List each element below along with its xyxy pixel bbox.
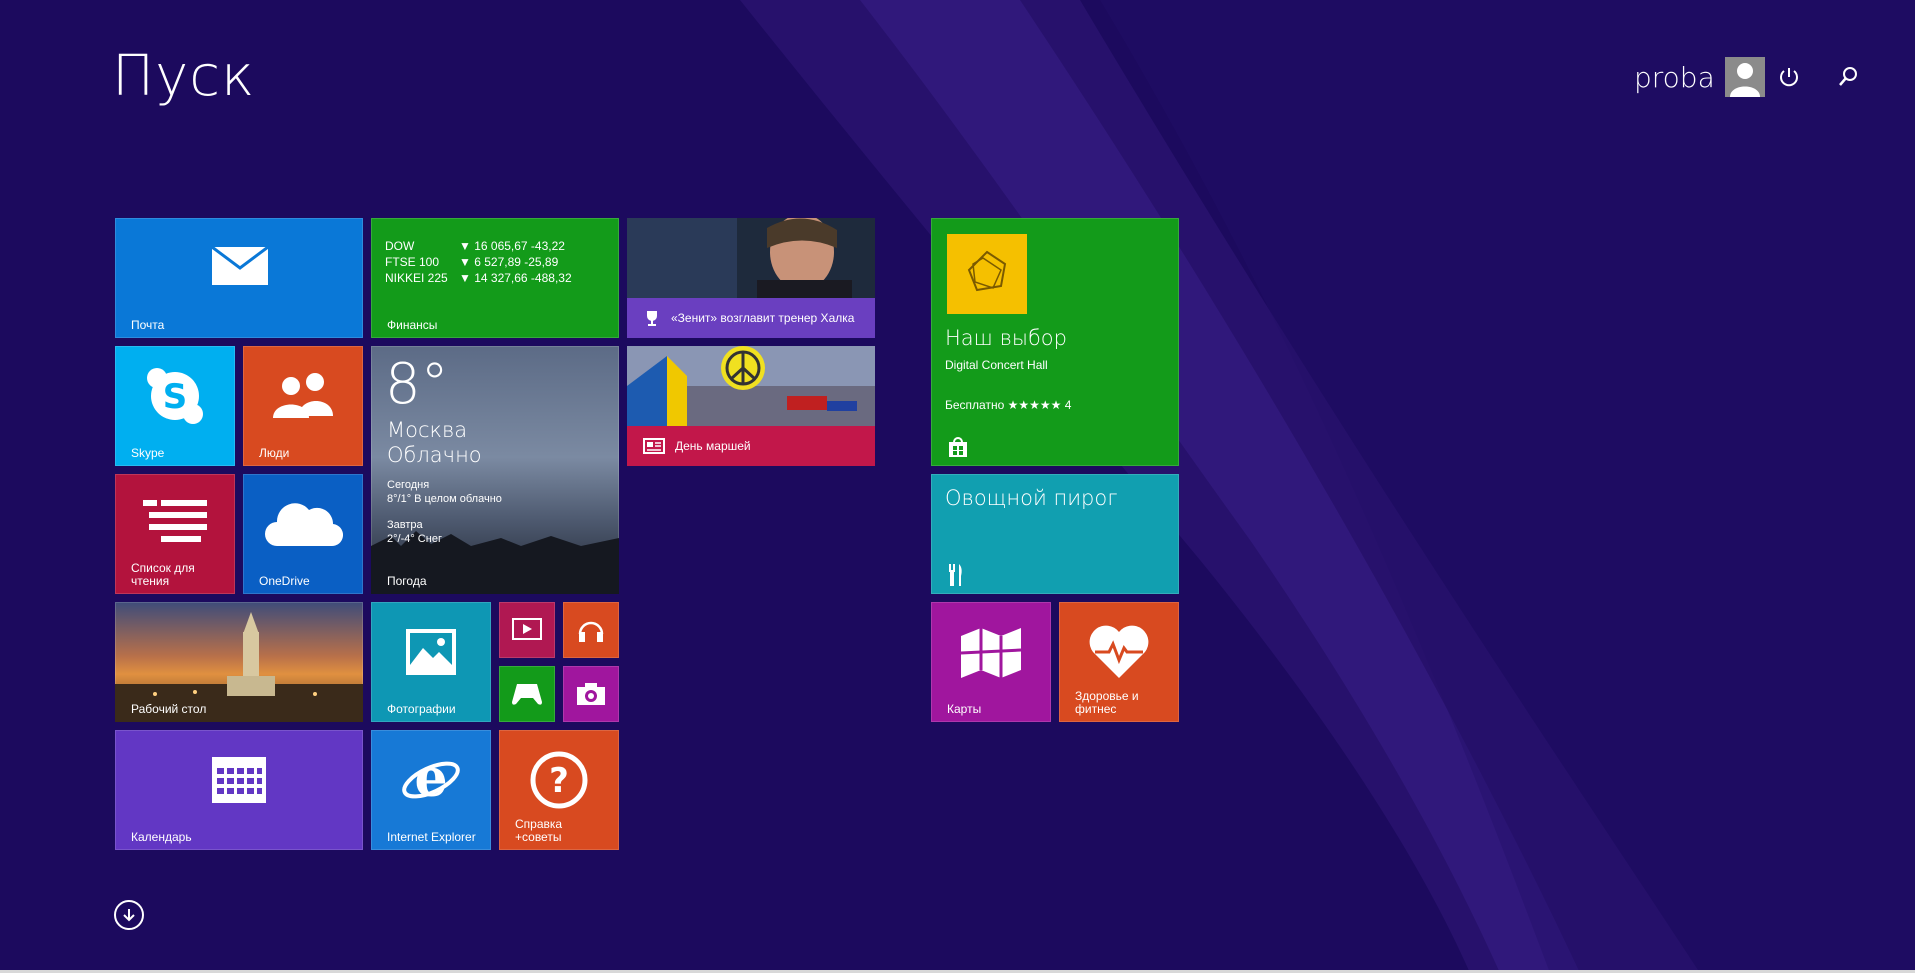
news-icon (643, 438, 665, 454)
tile-sports[interactable]: «Зенит» возглавит тренер Халка (627, 218, 875, 338)
weather-city: Москва (387, 418, 468, 442)
power-icon[interactable] (1772, 60, 1806, 94)
fork-knife-icon (949, 564, 962, 586)
tile-desktop[interactable]: Рабочий стол (115, 602, 363, 722)
news-headline: День маршей (675, 439, 751, 453)
app-logo (947, 234, 1027, 314)
tile-help[interactable]: ? Справка +советы (499, 730, 619, 850)
search-icon[interactable] (1831, 60, 1865, 94)
food-title: Овощной пирог (945, 486, 1118, 510)
arrow-down-icon (123, 909, 135, 922)
weather-today-value: 8°/1° В целом облачно (387, 493, 502, 505)
tile-label: Здоровье и фитнес (1075, 689, 1139, 716)
tile-mail[interactable]: Почта (115, 218, 363, 338)
tile-music[interactable] (563, 602, 619, 658)
tile-games[interactable] (499, 666, 555, 722)
weather-temperature: 8° (385, 352, 449, 417)
video-icon (512, 618, 542, 640)
page-title: Пуск (112, 44, 256, 109)
calendar-icon (212, 757, 266, 803)
tile-food[interactable]: Овощной пирог (931, 474, 1179, 594)
user-account[interactable]: proba (1634, 56, 1765, 98)
finance-row: DOW ▼ 16 065,67 -43,22 (385, 239, 565, 253)
user-name: proba (1634, 60, 1715, 94)
all-apps-button[interactable] (114, 900, 144, 930)
internet-explorer-icon: e (402, 750, 460, 809)
cloud-icon (265, 503, 343, 547)
news-photo (627, 346, 875, 426)
tile-internet-explorer[interactable]: e Internet Explorer (371, 730, 491, 850)
weather-today-label: Сегодня (387, 479, 430, 491)
tile-skype[interactable]: S Skype (115, 346, 235, 466)
skype-icon: S (147, 368, 203, 424)
trophy-icon (647, 311, 657, 326)
weather-condition: Облачно (387, 443, 482, 467)
tile-photos[interactable]: Фотографии (371, 602, 491, 722)
tile-camera[interactable] (563, 666, 619, 722)
store-pick-title: Наш выбор (945, 326, 1067, 350)
tile-weather[interactable]: 8° Москва Облачно Сегодня 8°/1° В целом … (371, 346, 619, 594)
tile-health[interactable]: Здоровье и фитнес (1059, 602, 1179, 722)
svg-text:?: ? (549, 761, 569, 801)
finance-table: DOW ▼ 16 065,67 -43,22 FTSE 100 ▼ 6 527,89… (385, 238, 572, 286)
avatar (1724, 57, 1765, 97)
tile-label: Справка +советы (515, 817, 563, 844)
tile-label: Почта (131, 318, 165, 332)
tile-news[interactable]: День маршей (627, 346, 875, 466)
tile-label: Skype (131, 446, 165, 460)
tile-label: Люди (259, 446, 290, 460)
tile-video[interactable] (499, 602, 555, 658)
tile-label: Список для чтения (131, 561, 195, 588)
help-icon: ? (530, 751, 588, 809)
tile-label: Internet Explorer (387, 830, 476, 844)
finance-row: NIKKEI 225 ▼ 14 327,66 -488,32 (385, 271, 572, 285)
weather-location: Москва Облачно (387, 418, 482, 468)
weather-tomorrow-value: 2°/-4° Снег (387, 533, 442, 545)
tile-label: Рабочий стол (131, 702, 207, 716)
tile-maps[interactable]: Карты (931, 602, 1051, 722)
finance-row: FTSE 100 ▼ 6 527,89 -25,89 (385, 255, 559, 269)
gamepad-icon (512, 684, 542, 705)
news-caption-bar: День маршей (627, 426, 875, 466)
tile-people[interactable]: Люди (243, 346, 363, 466)
map-icon (961, 628, 1021, 678)
people-icon (273, 373, 333, 418)
svg-text:e: e (414, 750, 447, 809)
photos-icon (406, 629, 456, 675)
tile-onedrive[interactable]: OneDrive (243, 474, 363, 594)
tile-label: Финансы (387, 318, 438, 332)
tile-calendar[interactable]: Календарь (115, 730, 363, 850)
store-pick-price: Бесплатно ★★★★★ 4 (945, 398, 1072, 412)
headphones-icon (578, 621, 604, 642)
sports-headline: «Зенит» возглавит тренер Халка (671, 311, 855, 325)
reading-list-icon (143, 500, 207, 542)
mail-icon (211, 246, 269, 285)
tile-label: Карты (947, 702, 982, 716)
tile-label: Календарь (131, 830, 192, 844)
tile-label: OneDrive (259, 574, 310, 588)
tile-label: Фотографии (387, 702, 456, 716)
svg-text:S: S (163, 377, 188, 417)
weather-tomorrow-label: Завтра (387, 519, 423, 531)
heart-icon (1089, 625, 1149, 678)
tile-label: Погода (387, 574, 427, 588)
sports-caption-bar: «Зенит» возглавит тренер Халка (627, 298, 875, 338)
tile-reading-list[interactable]: Список для чтения (115, 474, 235, 594)
tile-finance[interactable]: DOW ▼ 16 065,67 -43,22 FTSE 100 ▼ 6 527,89… (371, 218, 619, 338)
sports-photo (627, 218, 875, 298)
camera-icon (577, 683, 605, 705)
store-icon (949, 437, 967, 457)
store-pick-subtitle: Digital Concert Hall (945, 358, 1048, 372)
tile-store-pick[interactable]: Наш выбор Digital Concert Hall Бесплатно… (931, 218, 1179, 466)
